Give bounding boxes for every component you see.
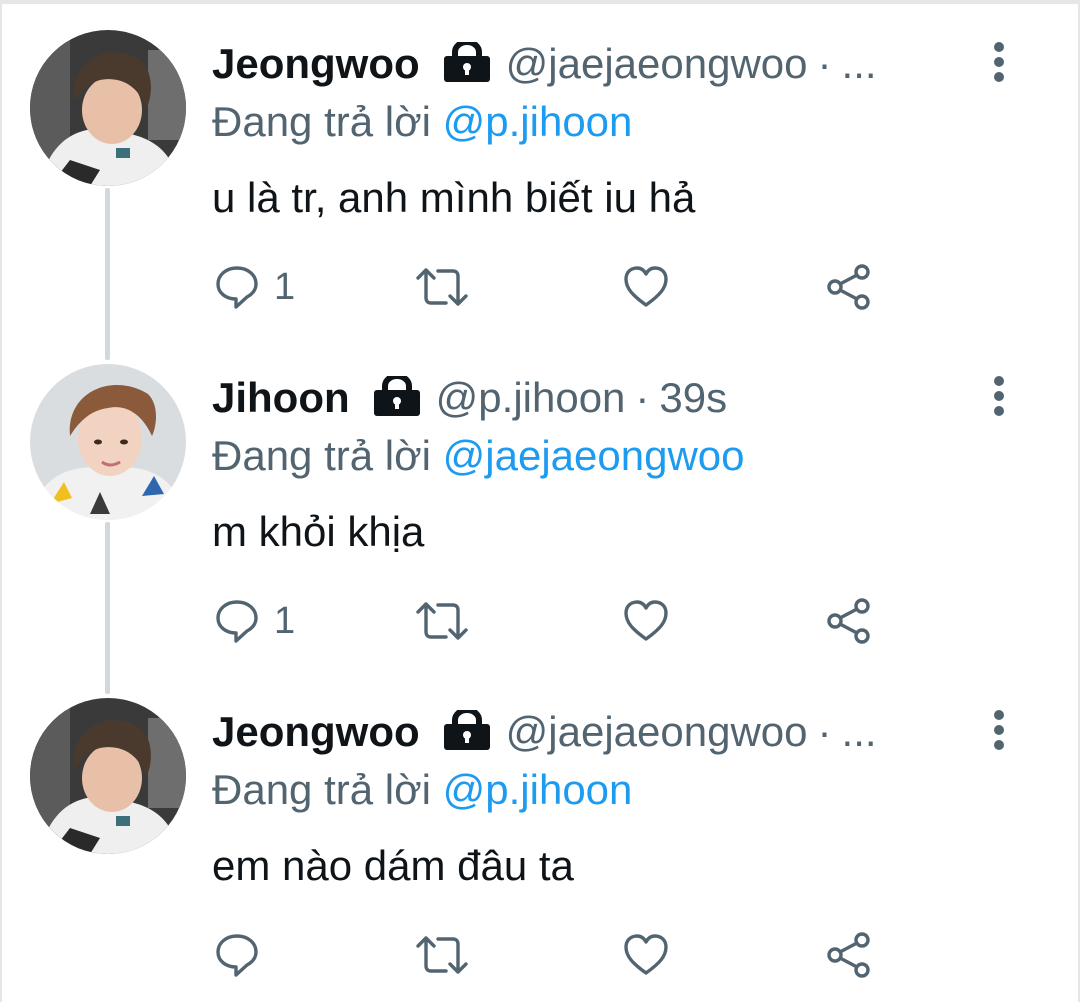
lock-icon [443, 39, 490, 82]
share-button[interactable] [826, 262, 874, 312]
like-button[interactable] [622, 262, 670, 312]
share-button[interactable] [826, 930, 874, 980]
retweet-button[interactable] [414, 262, 470, 312]
retweet-button[interactable] [414, 930, 470, 980]
timestamp[interactable]: ... [842, 40, 877, 88]
like-icon [624, 934, 668, 975]
retweet-icon [416, 268, 468, 306]
share-icon [827, 264, 870, 310]
tweet-text: u là tr, anh mình biết iu hả [212, 174, 696, 221]
avatar[interactable] [30, 698, 186, 854]
display-name[interactable]: Jihoon [212, 374, 350, 422]
replying-to-label: Đang trả lời [212, 766, 431, 813]
user-handle[interactable]: @jaejaeongwoo [506, 40, 808, 88]
replying-to: Đang trả lời @jaejaeongwoo [212, 432, 745, 480]
reply-button[interactable]: 1 [214, 596, 295, 646]
retweet-icon [416, 936, 468, 974]
user-handle[interactable]: @jaejaeongwoo [506, 708, 808, 756]
user-handle[interactable]: @p.jihoon [436, 374, 626, 422]
display-name[interactable]: Jeongwoo [212, 40, 420, 88]
like-icon [624, 266, 668, 307]
timestamp[interactable]: 39s [659, 374, 727, 422]
separator: · [635, 374, 650, 421]
share-icon [827, 598, 870, 644]
replying-to: Đang trả lời @p.jihoon [212, 98, 632, 146]
replying-to-label: Đang trả lời [212, 98, 431, 145]
reply-button[interactable]: 1 [214, 262, 295, 312]
display-name[interactable]: Jeongwoo [212, 708, 420, 756]
like-button[interactable] [622, 930, 670, 980]
replying-to: Đang trả lời @p.jihoon [212, 766, 632, 814]
lock-icon [373, 373, 420, 416]
replying-to-label: Đang trả lời [212, 432, 431, 479]
reply-count: 1 [274, 265, 296, 308]
share-button[interactable] [826, 596, 874, 646]
tweet[interactable]: Jeongwoo @jaejaeongwoo · ... Đang trả lờ… [0, 0, 1080, 334]
share-icon [827, 932, 870, 978]
mention-link[interactable]: @jaejaeongwoo [443, 432, 745, 479]
timestamp[interactable]: ... [842, 708, 877, 756]
avatar[interactable] [30, 30, 186, 186]
lock-icon [443, 707, 490, 750]
avatar[interactable] [30, 364, 186, 520]
separator: · [817, 40, 832, 87]
mention-link[interactable]: @p.jihoon [443, 98, 633, 145]
reply-icon [216, 934, 258, 977]
mention-link[interactable]: @p.jihoon [443, 766, 633, 813]
more-vertical-icon[interactable] [984, 40, 1014, 90]
retweet-icon [416, 602, 468, 640]
tweet-text: em nào dám đâu ta [212, 842, 574, 889]
reply-icon [216, 266, 258, 309]
like-button[interactable] [622, 596, 670, 646]
more-vertical-icon[interactable] [984, 708, 1014, 758]
reply-icon [216, 600, 258, 643]
tweet-text: m khỏi khịa [212, 508, 425, 555]
more-vertical-icon[interactable] [984, 374, 1014, 424]
separator: · [817, 708, 832, 755]
reply-button[interactable] [214, 930, 274, 980]
tweet[interactable]: Jihoon @p.jihoon · 39s Đang trả lời @jae… [0, 334, 1080, 668]
like-icon [624, 600, 668, 641]
reply-count: 1 [274, 599, 296, 642]
retweet-button[interactable] [414, 596, 470, 646]
tweet[interactable]: Jeongwoo @jaejaeongwoo · ... Đang trả lờ… [0, 668, 1080, 1002]
